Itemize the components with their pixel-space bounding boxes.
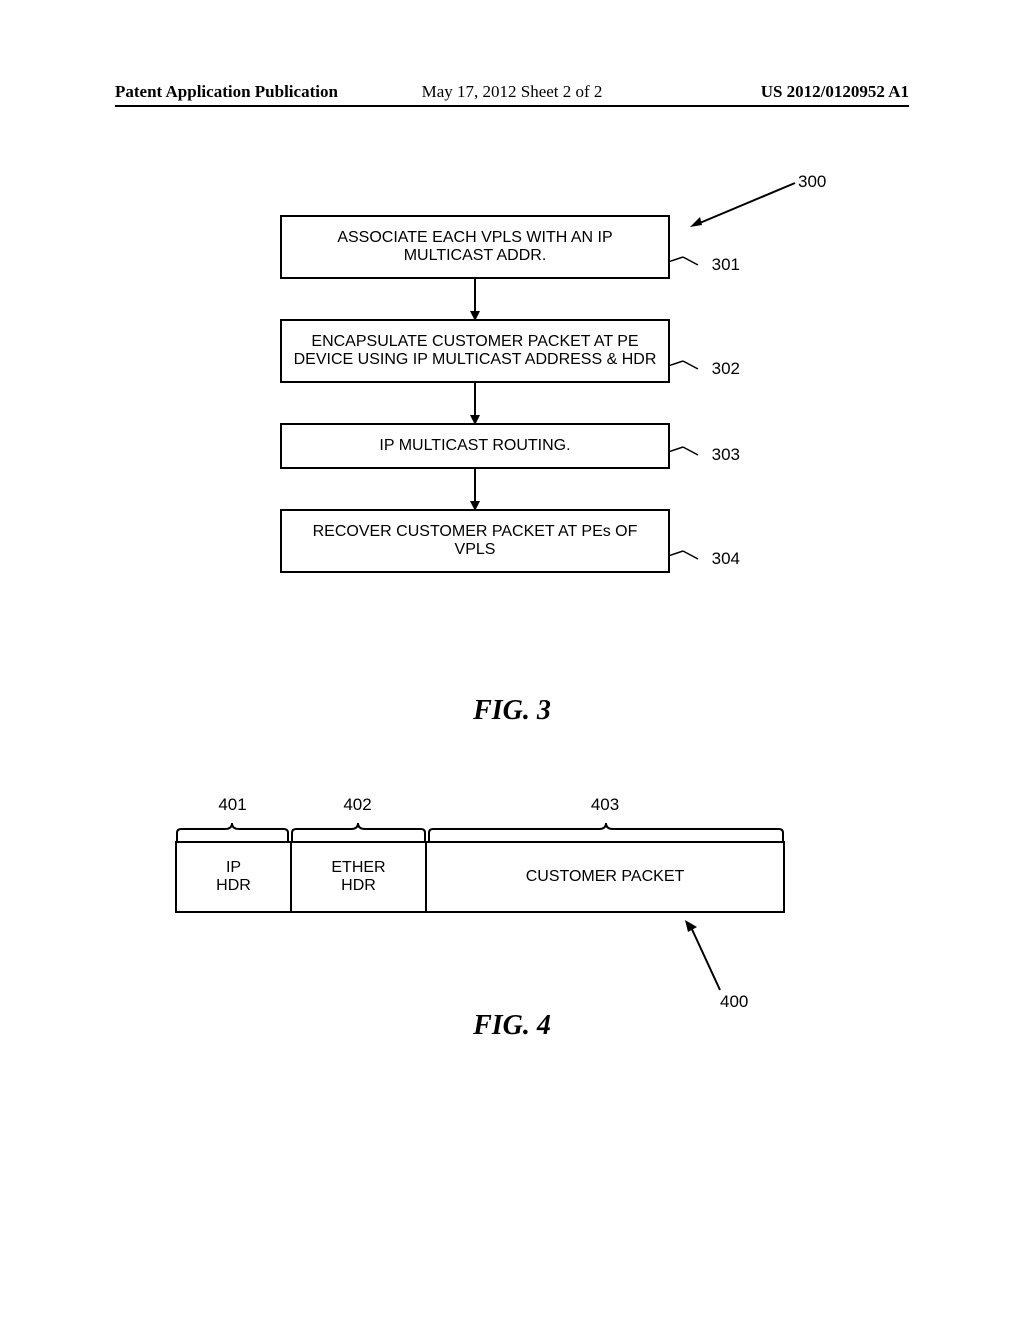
bracket-row	[175, 819, 785, 841]
flow-box-301: ASSOCIATE EACH VPLS WITH AN IP MULTICAST…	[280, 215, 670, 279]
flow-arrow-3	[474, 469, 476, 509]
figure-4-label: FIG. 4	[0, 1010, 1024, 1042]
flow-box-304-text: RECOVER CUSTOMER PACKET AT PEs OF VPLS	[313, 523, 638, 558]
packet-cell-ip-hdr: IP HDR	[177, 843, 292, 911]
figure-3-label: FIG. 3	[0, 695, 1024, 727]
ref-label-300: 300	[798, 172, 826, 192]
customer-packet-text: CUSTOMER PACKET	[526, 868, 685, 886]
flow-box-301-text: ASSOCIATE EACH VPLS WITH AN IP MULTICAST…	[337, 229, 612, 264]
packet-diagram: 401 402 403 IP HDR ETHER HDR CUSTOMER PA…	[175, 795, 785, 913]
ref-label-304: 304	[712, 549, 740, 569]
flow-arrow-2	[474, 383, 476, 423]
flow-box-303: IP MULTICAST ROUTING. 303	[280, 423, 670, 469]
packet-cell-customer: CUSTOMER PACKET	[427, 843, 783, 911]
ref-label-402: 402	[290, 795, 425, 815]
packet-ref-labels: 401 402 403	[175, 795, 785, 815]
packet-structure: IP HDR ETHER HDR CUSTOMER PACKET	[175, 841, 785, 913]
header-left: Patent Application Publication	[115, 82, 338, 102]
ref-tick-302	[668, 356, 708, 376]
flow-box-304: RECOVER CUSTOMER PACKET AT PEs OF VPLS 3…	[280, 509, 670, 573]
ether-hdr-line1: ETHER	[331, 859, 385, 877]
ref-tick-304	[668, 546, 708, 566]
ref-label-403: 403	[425, 795, 785, 815]
flow-box-302: ENCAPSULATE CUSTOMER PACKET AT PE DEVICE…	[280, 319, 670, 383]
flow-arrow-1	[474, 279, 476, 319]
flow-box-302-text: ENCAPSULATE CUSTOMER PACKET AT PE DEVICE…	[294, 333, 657, 368]
ref-label-303: 303	[712, 445, 740, 465]
ref-label-302: 302	[712, 359, 740, 379]
ref-label-400: 400	[720, 992, 748, 1012]
page-header: Patent Application Publication May 17, 2…	[0, 82, 1024, 102]
ip-hdr-line2: HDR	[216, 877, 251, 895]
ref-label-301: 301	[712, 255, 740, 275]
flow-box-303-text: IP MULTICAST ROUTING.	[379, 437, 570, 454]
ref-tick-303	[668, 442, 708, 462]
brackets-svg	[175, 819, 785, 843]
ref-tick-301	[668, 252, 708, 272]
ref-label-401: 401	[175, 795, 290, 815]
ether-hdr-line2: HDR	[341, 877, 376, 895]
packet-cell-ether-hdr: ETHER HDR	[292, 843, 427, 911]
header-divider	[115, 105, 909, 107]
ip-hdr-line1: IP	[226, 859, 241, 877]
header-center: May 17, 2012 Sheet 2 of 2	[422, 82, 603, 102]
header-right: US 2012/0120952 A1	[761, 82, 909, 102]
flowchart-container: ASSOCIATE EACH VPLS WITH AN IP MULTICAST…	[280, 215, 670, 573]
